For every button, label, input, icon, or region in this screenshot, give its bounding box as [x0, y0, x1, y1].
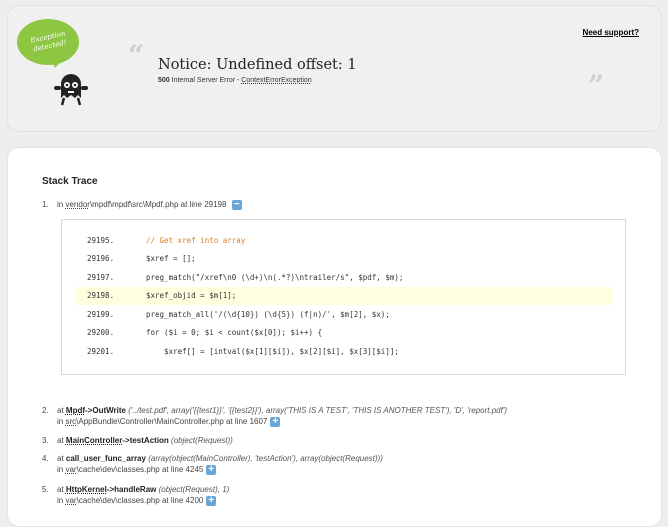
trace-prefix: in	[57, 200, 64, 209]
code-line-highlighted: 29198. $xref_objid = $m[1];	[76, 287, 613, 305]
trace-prefix: in	[57, 496, 64, 505]
trace-prefix: at	[57, 454, 64, 463]
trace-item-2: 2. at Mpdf->OutWrite ('../test.pdf', arra…	[42, 405, 507, 427]
code-line-source: // Get xref into array	[146, 236, 246, 245]
trace-path: var	[65, 465, 77, 474]
trace-location: in var\cache\dev\classes.php at line 424…	[42, 464, 383, 475]
code-line: 29196. $xref = [];	[76, 250, 613, 268]
expand-toggle-button[interactable]: +	[206, 495, 217, 506]
trace-file: \cache\dev\classes.php at line 4200	[76, 496, 204, 505]
trace-path: vendor	[65, 200, 90, 209]
trace-num: 3.	[42, 436, 49, 445]
need-support-link[interactable]: Need support?	[583, 28, 639, 37]
trace-location: in src\AppBundle\Controller\MainControll…	[42, 416, 507, 427]
trace-num: 2.	[42, 406, 49, 415]
trace-item-3: 3. at MainController->testAction (object(…	[42, 435, 233, 446]
collapse-toggle-button[interactable]: −	[231, 199, 242, 210]
code-line-source: $xref = [];	[146, 254, 196, 263]
trace-class: HttpKernel	[65, 485, 107, 494]
trace-file: \AppBundle\Controller\MainController.php…	[76, 417, 268, 426]
trace-file: \mpdf\mpdf\src\Mpdf.php at line 29198	[89, 200, 227, 209]
trace-args: (object(Request), 1)	[158, 485, 230, 494]
trace-method: call_user_func_array	[65, 454, 146, 463]
exception-title: Notice: Undefined offset: 1	[158, 57, 357, 73]
stack-trace-panel: Stack Trace 1. in vendor\mpdf\mpdf\src\Mp…	[7, 147, 662, 527]
trace-num: 1.	[42, 200, 49, 209]
stack-trace-title: Stack Trace	[42, 176, 98, 187]
trace-item-1: 1. in vendor\mpdf\mpdf\src\Mpdf.php at li…	[42, 199, 242, 210]
trace-item-4: 4. at call_user_func_array (array(object(…	[42, 453, 383, 475]
code-line: 29200. for ($i = 0; $i < count($x[0]); $i…	[76, 324, 613, 342]
trace-args: ('../test.pdf', array('{{test1}}', '{{te…	[128, 406, 508, 415]
close-quote-icon: ”	[588, 69, 605, 102]
trace-prefix: at	[57, 485, 64, 494]
code-line: 29195. // Get xref into array	[76, 232, 613, 250]
trace-location: in var\cache\dev\classes.php at line 420…	[42, 495, 229, 506]
trace-args: (object(Request))	[171, 436, 233, 445]
trace-method: ->OutWrite	[85, 406, 126, 415]
trace-prefix: at	[57, 406, 64, 415]
ghost-icon	[54, 74, 88, 106]
trace-path: var	[65, 496, 77, 505]
exception-class: ContextErrorException	[241, 77, 312, 84]
open-quote-icon: “	[128, 39, 145, 72]
code-line-source: for ($i = 0; $i < count($x[0]); $i++) {	[146, 328, 323, 337]
trace-prefix: in	[57, 417, 64, 426]
code-line-source: preg_match("/xref\n0 (\d+)\n(.*?)\ntrail…	[146, 273, 404, 282]
expand-toggle-button[interactable]: +	[270, 416, 281, 427]
trace-method: ->handleRaw	[106, 485, 157, 494]
code-line-number: 29197.	[87, 273, 115, 282]
code-line-number: 29195.	[87, 236, 115, 245]
exception-subtitle: 500 Internal Server Error - ContextError…	[158, 77, 312, 84]
code-line: 29197. preg_match("/xref\n0 (\d+)\n(.*?)\…	[76, 269, 613, 287]
code-line-number: 29200.	[87, 328, 115, 337]
trace-path: src	[65, 417, 77, 426]
trace-args: (array(object(MainController), 'testActi…	[148, 454, 383, 463]
trace-item-5: 5. at HttpKernel->handleRaw (object(Reque…	[42, 484, 229, 506]
code-line: 29199. preg_match_all('/(\d{10}) (\d{5}) …	[76, 306, 613, 324]
code-line-number: 29201.	[87, 347, 115, 356]
trace-num: 5.	[42, 485, 49, 494]
trace-num: 4.	[42, 454, 49, 463]
code-line-source: $xref[] = [intval($x[1][$i]), $x[2][$i],…	[146, 347, 399, 356]
trace-class: MainController	[65, 436, 123, 445]
code-line-source: $xref_objid = $m[1];	[146, 291, 237, 300]
trace-file: \cache\dev\classes.php at line 4245	[76, 465, 204, 474]
code-line-number: 29196.	[87, 254, 115, 263]
trace-class: Mpdf	[65, 406, 86, 415]
trace-prefix: in	[57, 465, 64, 474]
expand-toggle-button[interactable]: +	[206, 464, 217, 475]
code-line: 29201. $xref[] = [intval($x[1][$i]), $x[…	[76, 343, 613, 361]
status-text: Internal Server Error -	[171, 77, 240, 84]
code-line-source: preg_match_all('/(\d{10}) (\d{5}) (f|n)/…	[146, 310, 390, 319]
trace-method: ->testAction	[122, 436, 169, 445]
code-line-number: 29198.	[87, 291, 115, 300]
status-code: 500	[158, 77, 170, 84]
trace-prefix: at	[57, 436, 64, 445]
code-excerpt: 29195. // Get xref into array 29196. $xref…	[61, 219, 626, 375]
code-line-number: 29199.	[87, 310, 115, 319]
